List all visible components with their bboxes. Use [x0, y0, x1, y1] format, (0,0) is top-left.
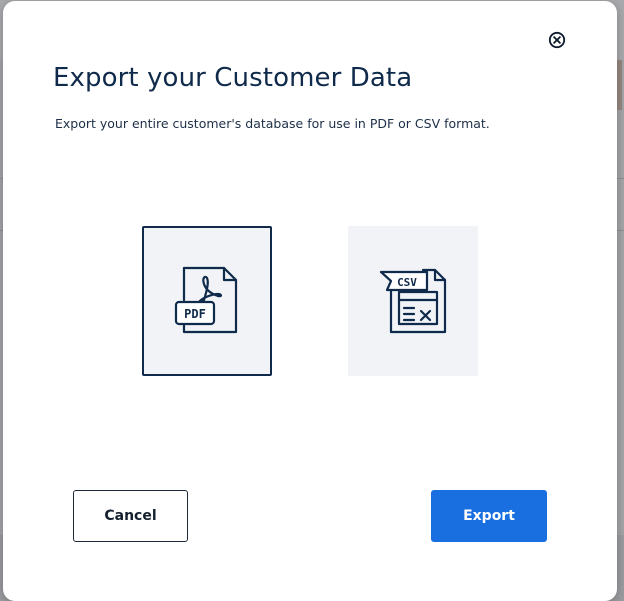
dialog-title: Export your Customer Data — [53, 63, 413, 93]
csv-file-icon: CSV — [379, 268, 447, 334]
dialog-subtitle: Export your entire customer's database f… — [55, 116, 490, 131]
pdf-label: PDF — [184, 307, 206, 321]
export-button[interactable]: Export — [431, 490, 547, 542]
csv-label: CSV — [397, 276, 417, 289]
pdf-option[interactable]: PDF — [142, 226, 272, 376]
csv-option[interactable]: CSV — [348, 226, 478, 376]
cancel-button[interactable]: Cancel — [73, 490, 188, 542]
close-icon[interactable] — [548, 31, 566, 49]
export-dialog: Export your Customer Data Export your en… — [3, 1, 617, 601]
pdf-file-icon: PDF — [174, 266, 238, 334]
